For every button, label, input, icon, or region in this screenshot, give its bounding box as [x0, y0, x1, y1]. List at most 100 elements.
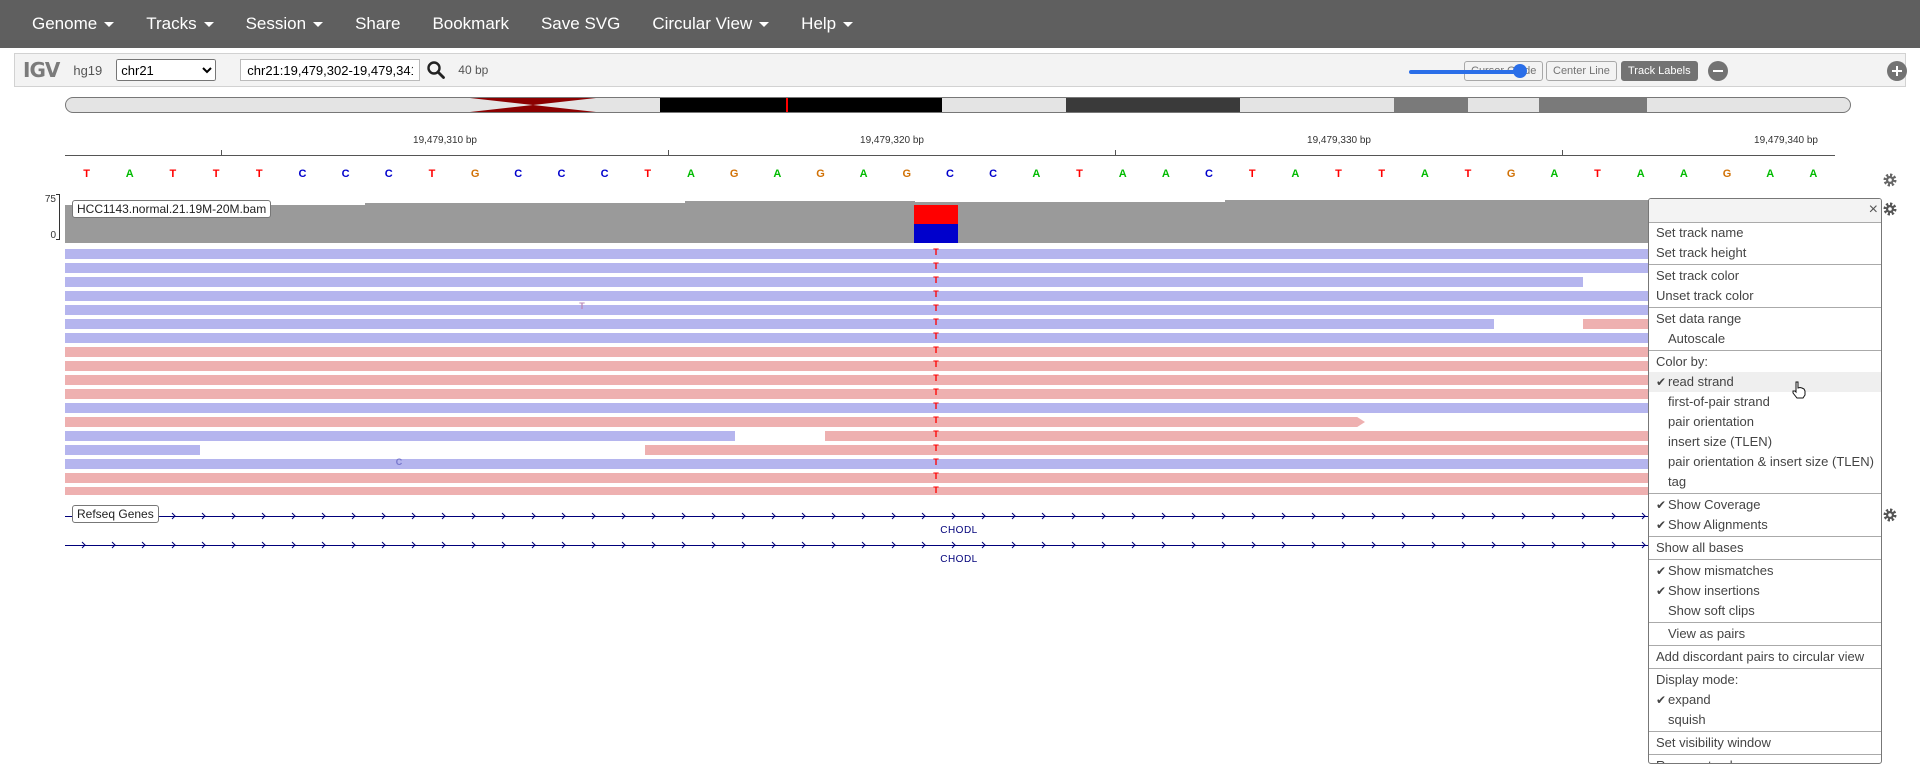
menu-item-set-data-range[interactable]: Set data range — [1649, 309, 1881, 329]
aligned-read[interactable] — [65, 445, 200, 455]
chromosome-select[interactable]: chr21 — [116, 59, 217, 81]
coverage-track[interactable] — [65, 195, 1654, 243]
strand-arrow — [921, 512, 926, 520]
gene-track-gear-icon[interactable] — [1882, 507, 1898, 523]
alignment-track-label[interactable]: HCC1143.normal.21.19M-20M.bam — [72, 200, 272, 218]
menu-item-unset-track-color[interactable]: Unset track color — [1649, 286, 1881, 306]
chromosome-ideogram[interactable] — [65, 97, 1851, 113]
strand-arrow — [231, 541, 236, 549]
strand-arrow — [1131, 512, 1136, 520]
aligned-read[interactable] — [65, 361, 1654, 371]
menu-item-read-strand[interactable]: ✔ read strand — [1649, 372, 1881, 392]
aligned-read[interactable] — [65, 431, 735, 441]
center-line-button[interactable]: Center Line — [1546, 61, 1617, 81]
strand-arrow — [831, 512, 836, 520]
menu-item-set-track-name[interactable]: Set track name — [1649, 223, 1881, 243]
zoom-in-icon[interactable] — [1887, 61, 1907, 81]
aligned-read[interactable] — [65, 459, 1654, 469]
strand-arrow — [1161, 541, 1166, 549]
menu-item-autoscale[interactable]: Autoscale — [1649, 329, 1881, 349]
sequence-base: T — [212, 168, 220, 180]
aligned-read[interactable] — [1583, 319, 1654, 329]
menu-item-show-soft-clips[interactable]: Show soft clips — [1649, 601, 1881, 621]
aligned-read[interactable] — [65, 333, 1654, 343]
strand-arrow — [621, 541, 626, 549]
nav-genome[interactable]: Genome — [16, 0, 130, 48]
menu-item-show-all-bases[interactable]: Show all bases — [1649, 538, 1881, 558]
chevron-down-icon — [843, 21, 854, 27]
nav-bookmark[interactable]: Bookmark — [416, 0, 525, 48]
close-icon[interactable]: × — [1869, 202, 1878, 218]
nav-help[interactable]: Help — [785, 0, 869, 48]
nav-save-svg[interactable]: Save SVG — [525, 0, 636, 48]
aligned-read[interactable] — [65, 263, 1654, 273]
aligned-read[interactable] — [65, 403, 1654, 413]
menu-item-set-track-height[interactable]: Set track height — [1649, 243, 1881, 263]
strand-arrow — [1341, 541, 1346, 549]
aligned-read[interactable] — [65, 319, 1494, 329]
menu-item-view-as-pairs[interactable]: View as pairs — [1649, 624, 1881, 644]
strand-arrow — [951, 541, 956, 549]
aligned-read[interactable] — [65, 487, 1654, 495]
aligned-read[interactable] — [65, 375, 1654, 385]
zoom-slider[interactable] — [1409, 70, 1521, 74]
menu-item-squish[interactable]: squish — [1649, 710, 1881, 730]
menu-item-label: Display mode: — [1656, 672, 1739, 687]
aligned-read[interactable] — [65, 389, 1654, 399]
strand-arrow — [981, 541, 986, 549]
alignment-track-gear-icon[interactable] — [1882, 201, 1898, 217]
menu-item-show-insertions[interactable]: ✔ Show insertions — [1649, 581, 1881, 601]
nav-tracks[interactable]: Tracks — [130, 0, 229, 48]
gene-track-label[interactable]: Refseq Genes — [72, 505, 159, 523]
zoom-slider-thumb[interactable] — [1513, 64, 1527, 78]
genome-label[interactable]: hg19 — [73, 63, 102, 78]
menu-item-tag[interactable]: tag — [1649, 472, 1881, 492]
search-icon[interactable] — [426, 60, 446, 80]
track-labels-button[interactable]: Track Labels — [1621, 61, 1698, 81]
menu-item-pair-orientation[interactable]: pair orientation — [1649, 412, 1881, 432]
sequence-track-gear-icon[interactable] — [1882, 172, 1898, 188]
strand-arrow — [1431, 512, 1436, 520]
strand-arrow — [1401, 512, 1406, 520]
strand-arrow — [1371, 541, 1376, 549]
strand-arrow — [1521, 541, 1526, 549]
aligned-read[interactable] — [65, 249, 1654, 259]
strand-arrow — [1251, 512, 1256, 520]
context-menu-header[interactable]: × — [1649, 199, 1881, 223]
aligned-read[interactable] — [65, 291, 1654, 301]
aligned-read[interactable] — [65, 473, 1654, 483]
refseq-genes-track[interactable]: CHODL CHODL — [65, 508, 1654, 568]
menu-item-label: insert size (TLEN) — [1668, 434, 1773, 449]
igv-logo: IGV — [23, 58, 60, 82]
menu-item-insert-size-tlen[interactable]: insert size (TLEN) — [1649, 432, 1881, 452]
aligned-read[interactable] — [645, 445, 1654, 455]
menu-item-first-of-pair-strand[interactable]: first-of-pair strand — [1649, 392, 1881, 412]
aligned-read[interactable] — [65, 277, 1583, 287]
menu-item-remove-track[interactable]: Remove track — [1649, 756, 1881, 763]
menu-item-show-mismatches[interactable]: ✔ Show mismatches — [1649, 561, 1881, 581]
menu-item-add-discordant-pairs-to-circular-view[interactable]: Add discordant pairs to circular view — [1649, 647, 1881, 667]
alignments-track[interactable]: T C TTTTTTTTTTTTTTTTTT — [65, 246, 1654, 495]
menu-item-set-visibility-window[interactable]: Set visibility window — [1649, 733, 1881, 753]
aligned-read[interactable] — [65, 347, 1654, 357]
menu-item-label: Autoscale — [1668, 331, 1726, 346]
strand-arrow — [291, 512, 296, 520]
menu-item-show-alignments[interactable]: ✔ Show Alignments — [1649, 515, 1881, 535]
strand-arrow — [681, 541, 686, 549]
menu-item-show-coverage[interactable]: ✔ Show Coverage — [1649, 495, 1881, 515]
zoom-out-icon[interactable] — [1708, 61, 1728, 81]
sequence-base: A — [1679, 168, 1688, 180]
menu-item-set-track-color[interactable]: Set track color — [1649, 266, 1881, 286]
menu-item-expand[interactable]: ✔ expand — [1649, 690, 1881, 710]
strand-arrow — [1221, 541, 1226, 549]
nav-share[interactable]: Share — [339, 0, 416, 48]
nav-session[interactable]: Session — [230, 0, 339, 48]
aligned-read[interactable] — [65, 417, 1365, 427]
locus-search-input[interactable] — [240, 59, 421, 81]
aligned-read[interactable] — [825, 431, 1654, 441]
aligned-read[interactable] — [65, 305, 1654, 315]
nav-circular-view[interactable]: Circular View — [636, 0, 785, 48]
strand-arrow — [1401, 541, 1406, 549]
strand-arrow — [351, 541, 356, 549]
menu-item-pair-orientation-insert-size-tlen[interactable]: pair orientation & insert size (TLEN) — [1649, 452, 1881, 472]
